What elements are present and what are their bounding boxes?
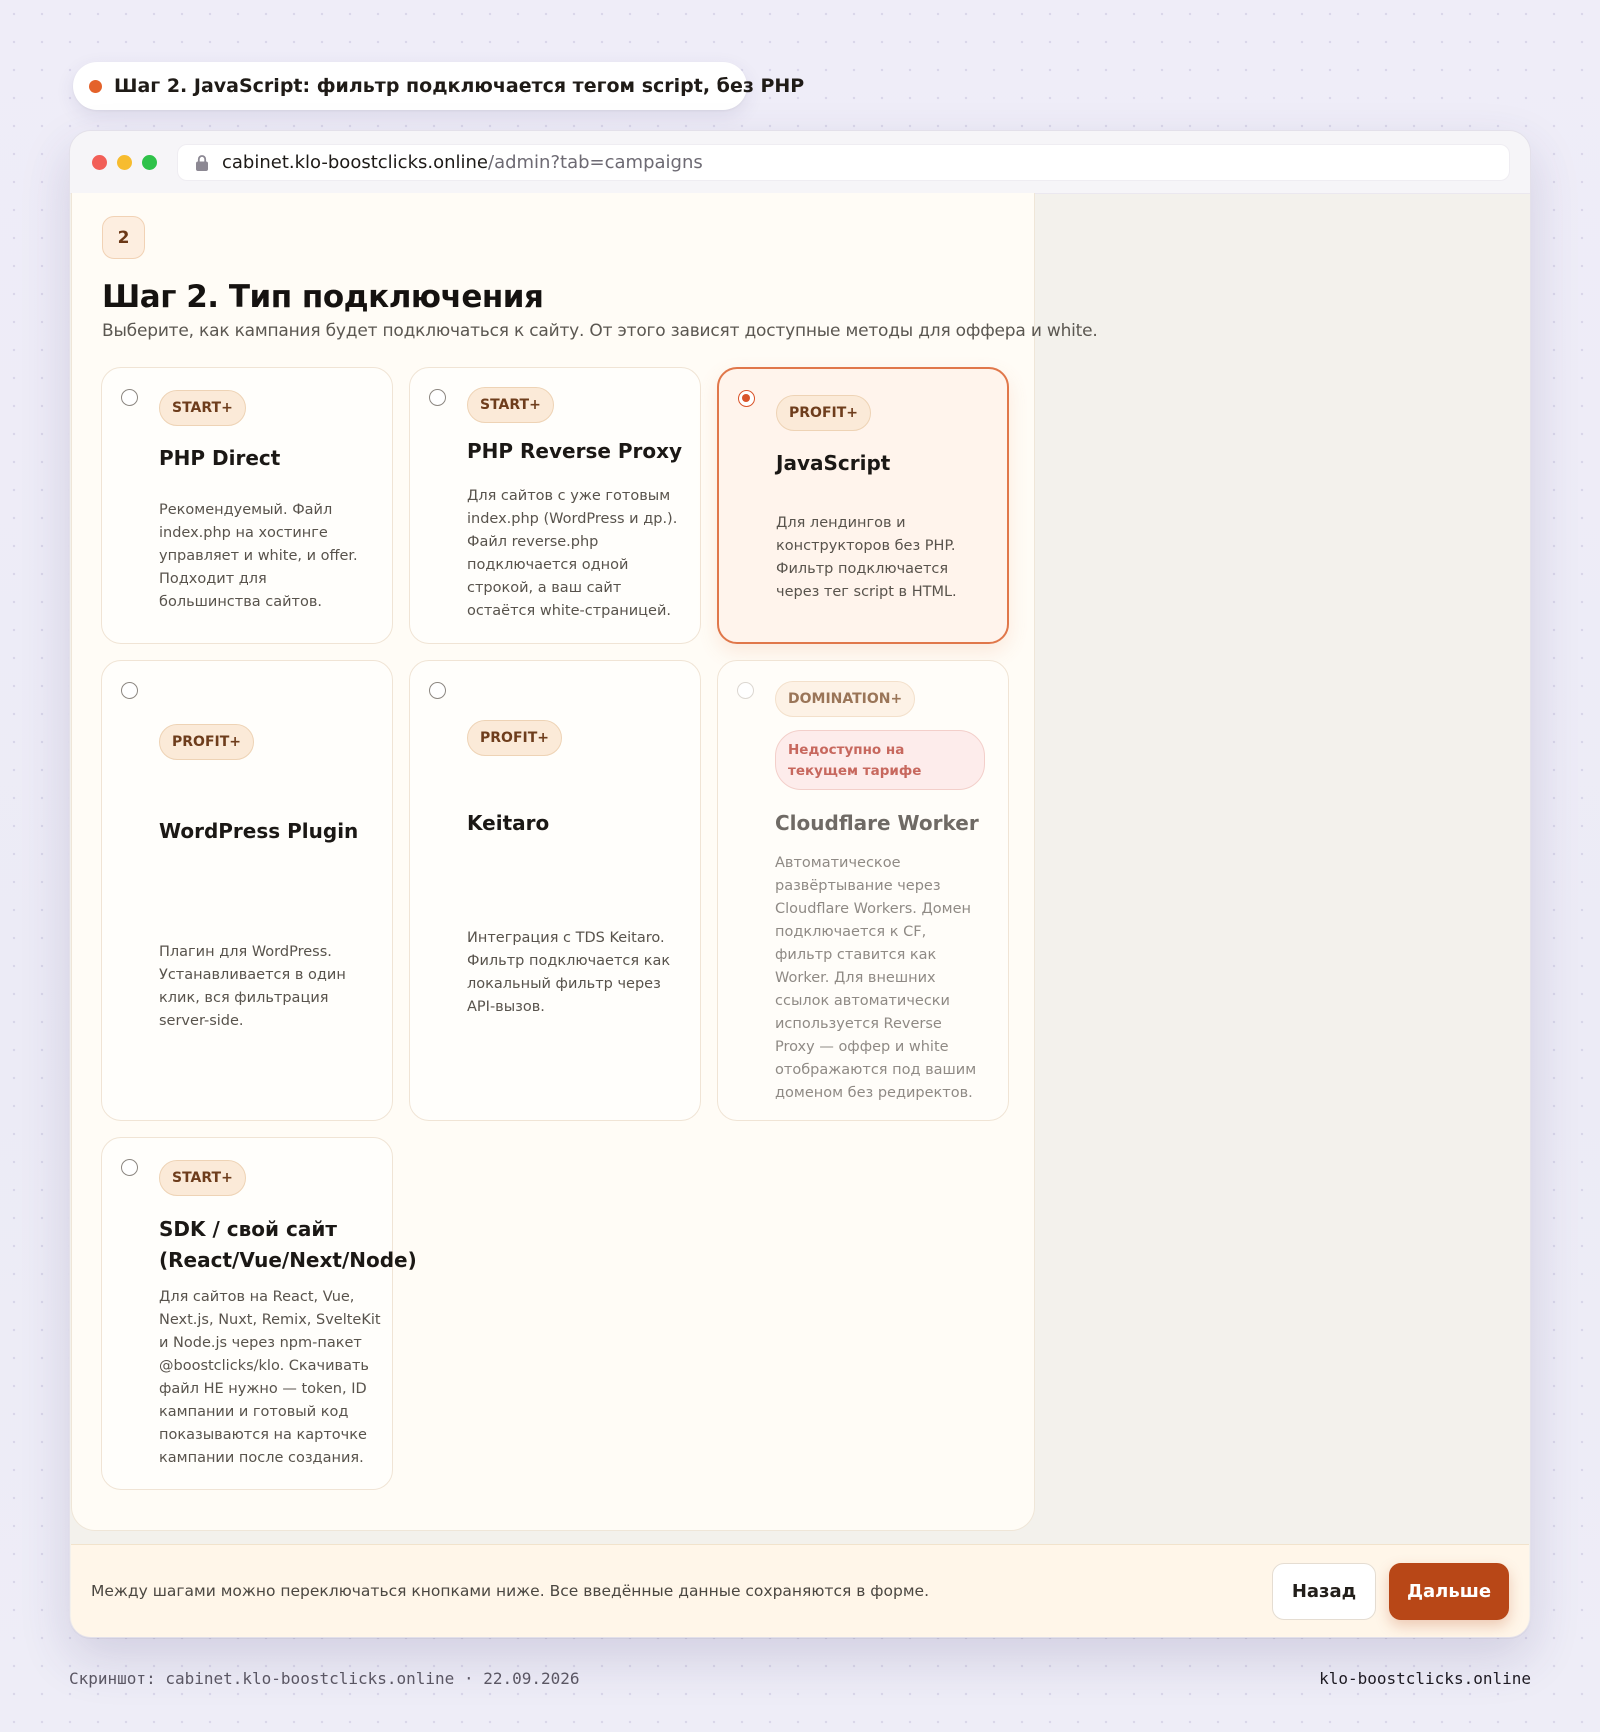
tier-badge: START+ xyxy=(159,1160,246,1196)
option-card-cloudflare-worker: DOMINATION+ Недоступно на текущем тарифе… xyxy=(717,660,1009,1121)
site-caption: klo-boostclicks.online xyxy=(1319,1669,1531,1688)
page-title: Шаг 2. Тип подключения xyxy=(102,279,544,315)
back-button[interactable]: Назад xyxy=(1272,1563,1376,1620)
browser-window: cabinet.klo-boostclicks.online/admin?tab… xyxy=(69,130,1531,1638)
tier-badge: START+ xyxy=(467,387,554,423)
radio-icon[interactable] xyxy=(429,389,446,406)
option-title: WordPress Plugin xyxy=(159,819,359,843)
option-title: Cloudflare Worker xyxy=(775,811,979,835)
option-card-wordpress-plugin[interactable]: PROFIT+ WordPress Plugin Плагин для Word… xyxy=(101,660,393,1121)
step-indicator-text: Шаг 2. JavaScript: фильтр подключается т… xyxy=(114,75,805,97)
option-title: SDK / свой сайт (React/Vue/Next/Node) xyxy=(159,1217,417,1272)
step-indicator-pill: Шаг 2. JavaScript: фильтр подключается т… xyxy=(73,62,804,110)
option-description: Для сайтов с уже готовым index.php (Word… xyxy=(467,488,678,619)
page-subtitle: Выберите, как кампания будет подключатьс… xyxy=(102,321,1098,341)
option-card-javascript[interactable]: PROFIT+ JavaScript Для лендингов и конст… xyxy=(717,367,1009,644)
option-description: Рекомендуемый. Файл index.php на хостинг… xyxy=(159,502,358,610)
option-description: Для сайтов на React, Vue, Next.js, Nuxt,… xyxy=(159,1289,381,1466)
unavailable-badge: Недоступно на текущем тарифе xyxy=(775,730,985,790)
url-host: cabinet.klo-boostclicks.online xyxy=(222,152,488,173)
radio-selected-icon[interactable] xyxy=(738,390,755,407)
option-title: JavaScript xyxy=(776,451,891,475)
tier-badge: PROFIT+ xyxy=(467,720,562,756)
footer-hint: Между шагами можно переключаться кнопкам… xyxy=(91,1582,930,1600)
radio-icon[interactable] xyxy=(121,389,138,406)
radio-icon[interactable] xyxy=(121,1159,138,1176)
radio-icon[interactable] xyxy=(121,682,138,699)
status-dot-icon xyxy=(89,79,102,93)
minimize-window-icon[interactable] xyxy=(117,155,132,170)
option-description: Плагин для WordPress. Устанавливается в … xyxy=(159,944,346,1029)
option-card-php-direct[interactable]: START+ PHP Direct Рекомендуемый. Файл in… xyxy=(101,367,393,644)
url-path: /admin?tab=campaigns xyxy=(488,152,703,173)
option-card-sdk[interactable]: START+ SDK / свой сайт (React/Vue/Next/N… xyxy=(101,1137,417,1490)
option-card-keitaro[interactable]: PROFIT+ Keitaro Интеграция с TDS Keitaro… xyxy=(409,660,701,1121)
tier-badge: PROFIT+ xyxy=(159,724,254,760)
wizard-footer: Между шагами можно переключаться кнопкам… xyxy=(71,1544,1529,1637)
step-number-badge: 2 xyxy=(102,216,145,259)
option-description: Автоматическое развёртывание через Cloud… xyxy=(775,855,977,1101)
address-bar[interactable]: cabinet.klo-boostclicks.online/admin?tab… xyxy=(177,144,1510,181)
option-title: PHP Reverse Proxy xyxy=(467,439,683,463)
screenshot-caption: Скриншот: cabinet.klo-boostclicks.online… xyxy=(69,1669,580,1688)
maximize-window-icon[interactable] xyxy=(142,155,157,170)
tier-badge: START+ xyxy=(159,390,246,426)
option-card-php-reverse-proxy[interactable]: START+ PHP Reverse Proxy Для сайтов с уж… xyxy=(409,367,701,644)
close-window-icon[interactable] xyxy=(92,155,107,170)
option-title: PHP Direct xyxy=(159,446,281,470)
option-description: Интеграция с TDS Keitaro. Фильтр подключ… xyxy=(467,930,671,1015)
option-description: Для лендингов и конструкторов без PHP. Ф… xyxy=(776,515,957,600)
radio-disabled-icon xyxy=(737,682,754,699)
browser-toolbar: cabinet.klo-boostclicks.online/admin?tab… xyxy=(70,131,1530,194)
tier-badge: PROFIT+ xyxy=(776,395,871,431)
connection-type-panel: 2 Шаг 2. Тип подключения Выберите, как к… xyxy=(71,193,1098,1531)
next-button[interactable]: Дальше xyxy=(1389,1563,1509,1620)
option-title: Keitaro xyxy=(467,811,550,835)
lock-icon xyxy=(196,154,208,171)
tier-badge: DOMINATION+ xyxy=(775,681,916,717)
radio-icon[interactable] xyxy=(429,682,446,699)
